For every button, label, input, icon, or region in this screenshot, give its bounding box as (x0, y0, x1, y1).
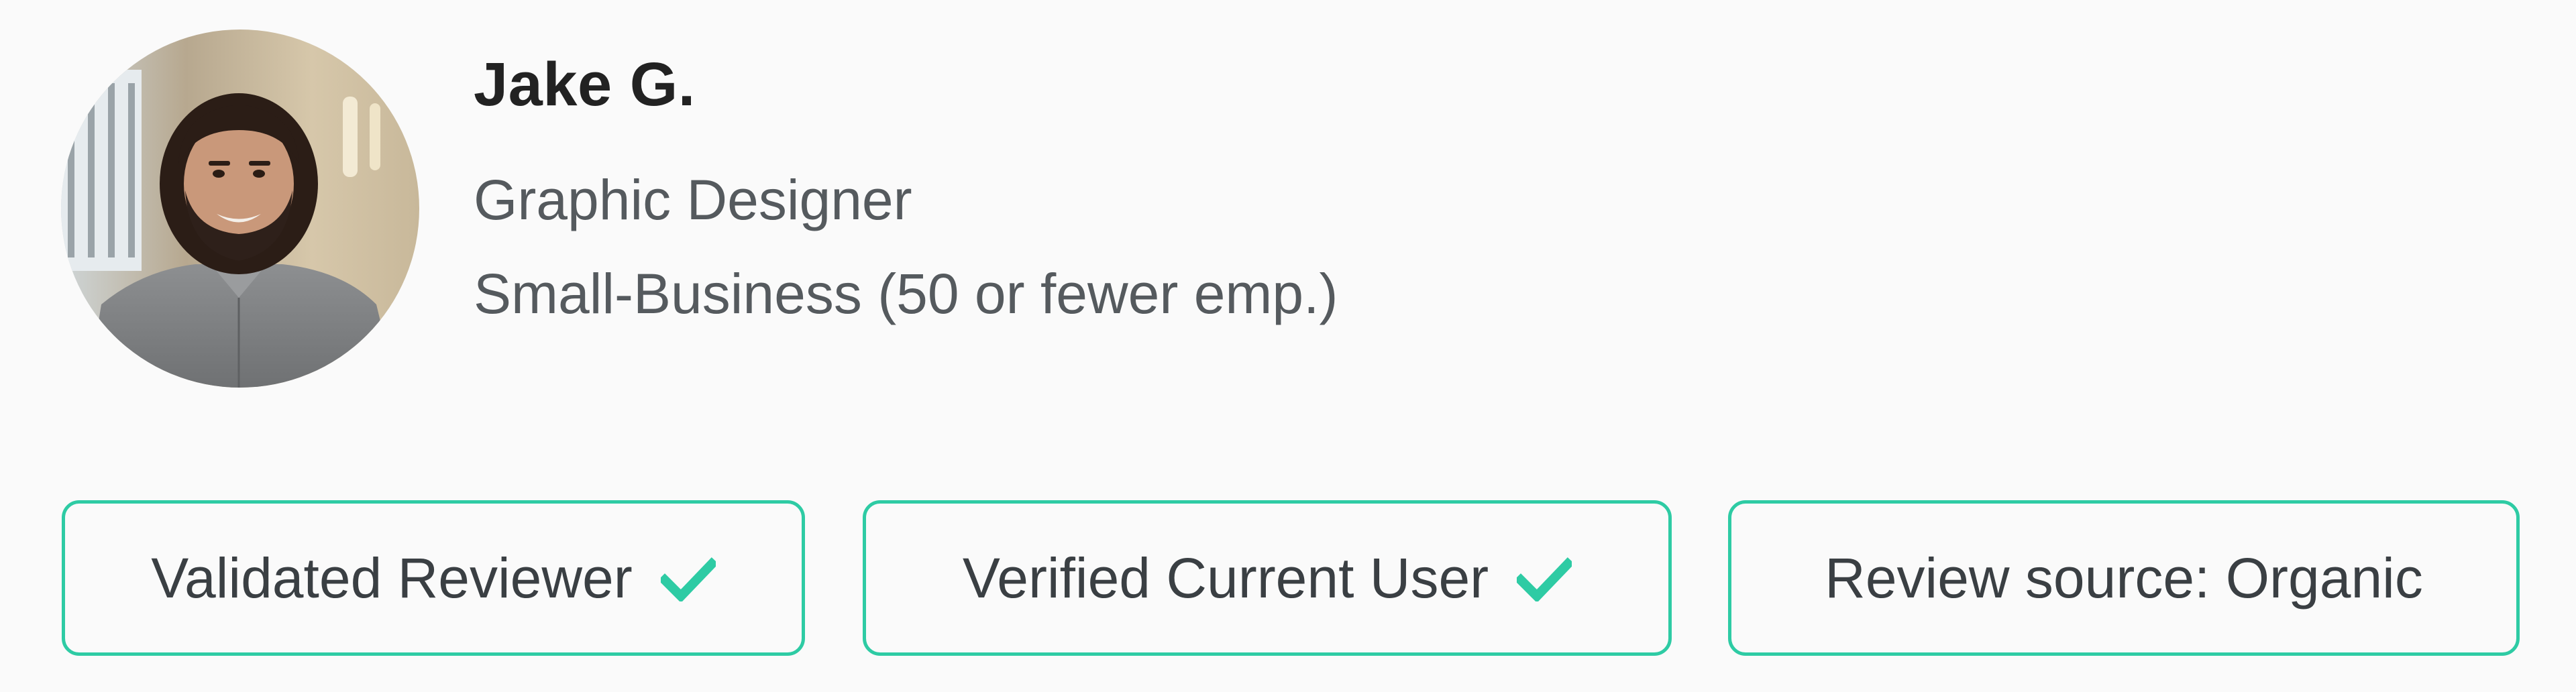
reviewer-card: Jake G. Graphic Designer Small-Business … (0, 0, 2576, 692)
reviewer-name: Jake G. (474, 50, 696, 119)
validated-reviewer-badge: Validated Reviewer (62, 500, 805, 656)
badge-label: Verified Current User (962, 546, 1489, 610)
verified-current-user-badge: Verified Current User (863, 500, 1672, 656)
review-source-badge: Review source: Organic (1728, 500, 2520, 656)
reviewer-title: Graphic Designer (474, 168, 912, 231)
avatar (61, 30, 419, 388)
badge-label: Review source: Organic (1825, 546, 2423, 610)
checkmark-icon (1517, 557, 1572, 601)
badge-label: Validated Reviewer (151, 546, 633, 610)
reviewer-photo (61, 30, 419, 388)
reviewer-company-size: Small-Business (50 or fewer emp.) (474, 262, 1338, 325)
checkmark-icon (660, 557, 716, 601)
